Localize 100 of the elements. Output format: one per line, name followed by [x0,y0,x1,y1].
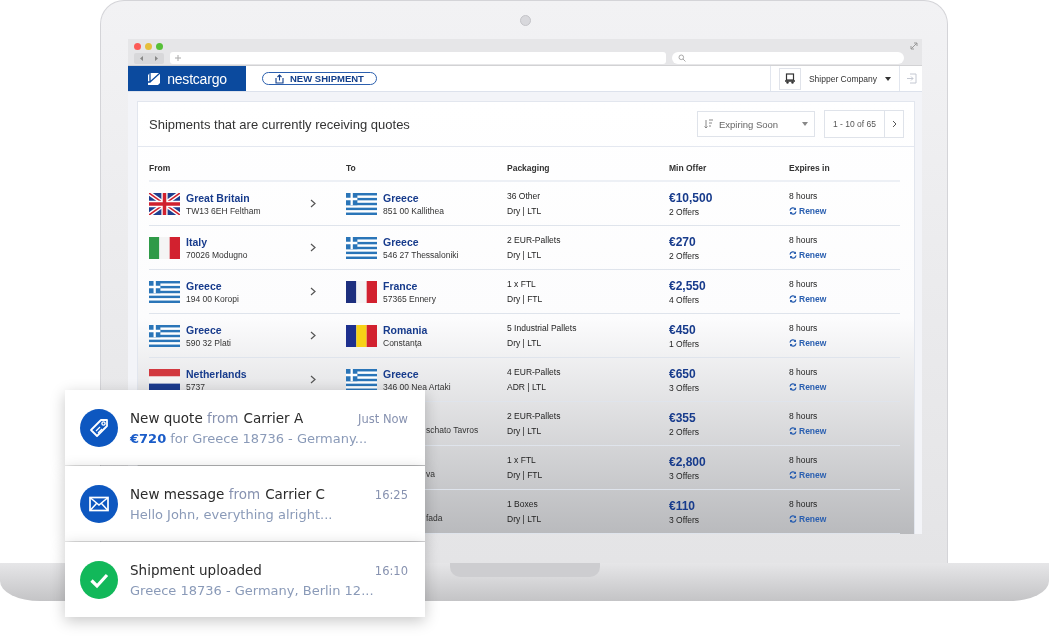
chevron-right-icon [310,331,316,340]
offer-price: €450 [669,322,697,337]
offer-count: 1 Offers [669,338,701,349]
column-header: From [149,162,171,173]
mail-icon [80,484,118,523]
chevron-right-icon [310,375,316,384]
renew-link[interactable]: Renew [789,206,900,216]
packaging-text: 1 x FTL [507,279,537,289]
city-text: TW13 6EH Feltham [186,205,262,216]
country-name: Romania [383,323,429,336]
city-text: fada [426,511,443,523]
city-text: 57365 Ennery [383,293,437,304]
search-icon [678,54,686,62]
mode-text: Dry | LTL [507,514,543,524]
city-text: schato Tavros [426,423,479,435]
city-text: 194 00 Koropi [186,293,240,304]
offer-price: €650 [669,366,697,381]
minimize-dot-icon[interactable] [145,42,152,50]
chevron-right-icon [310,287,316,296]
expiry-text: 8 hours [789,411,819,421]
check-icon [80,560,118,599]
logo[interactable]: nestcargo [128,66,246,91]
renew-link[interactable]: Renew [789,338,900,348]
column-header: Packaging [507,162,550,173]
notification-text: Greece 18736 - Germany, Berlin 12... [130,582,374,598]
mode-text: Dry | FTL [507,470,544,480]
sort-dropdown[interactable]: Expiring Soon [697,111,815,137]
refresh-icon [789,207,797,215]
notification-card[interactable]: New quote from Carrier A Just Now €720 for Greece 18736 - Germany... [65,390,425,465]
packaging-text: 2 EUR-Pallets [507,411,562,421]
notification-card[interactable]: New message from Carrier C 16:25 Hello John, everything alright... [65,466,425,541]
sort-icon [704,119,714,129]
caret-icon [802,122,808,126]
renew-link[interactable]: Renew [789,470,900,480]
flag-icon [346,324,377,347]
renew-link[interactable]: Renew [789,514,900,524]
expiry-text: 8 hours [789,191,819,201]
back-forward-icon[interactable] [134,52,164,64]
chevron-right-icon [310,243,316,252]
flag-icon [149,236,180,259]
caret-icon[interactable] [885,76,891,81]
expiry-text: 8 hours [789,499,819,509]
country-name: Greece [186,323,223,336]
flag-icon [346,368,377,391]
offer-price: €10,500 [669,190,714,205]
country-name: Netherlands [186,367,248,380]
panel-title: Shipments that are currently receiving quotes [149,116,411,132]
refresh-icon [789,295,797,303]
close-dot-icon[interactable] [134,42,141,50]
mode-text: Dry | LTL [507,338,543,348]
sender-name: Carrier C [265,485,326,502]
packaging-text: 36 Other [507,191,542,201]
chevron-right-icon [310,199,316,208]
country-name: Greece [383,235,420,248]
offer-count: 3 Offers [669,382,701,393]
search-field[interactable] [672,52,904,64]
refresh-icon [789,251,797,259]
offer-count: 3 Offers [669,470,701,481]
refresh-icon [789,339,797,347]
expand-icon[interactable] [910,42,918,50]
zoom-dot-icon[interactable] [156,42,163,50]
notification-text: for Greece 18736 - Germany... [170,430,368,446]
offer-count: 2 Offers [669,250,701,261]
renew-link[interactable]: Renew [789,382,900,392]
offer-count: 2 Offers [669,206,701,217]
flag-icon [149,192,180,215]
city-text: 851 00 Kallithea [383,205,445,216]
logout-icon[interactable] [905,73,917,84]
flag-icon [346,280,377,303]
renew-link[interactable]: Renew [789,294,900,304]
flag-icon [149,324,180,347]
country-name: Greece [383,367,420,380]
address-bar[interactable] [170,52,666,64]
flag-icon [346,192,377,215]
city-text: va [426,467,435,479]
offer-price: €355 [669,410,697,425]
notification-text: Hello John, everything alright... [130,506,333,522]
chevron-right-icon [891,120,897,128]
refresh-icon [789,427,797,435]
plus-icon[interactable] [174,54,182,62]
city-text: 70026 Modugno [186,249,249,260]
sender-name: Carrier A [243,409,304,426]
city-text: 590 32 Plati [186,337,232,348]
country-name: France [383,279,419,292]
column-header: Expires in [789,162,830,173]
new-shipment-button[interactable]: NEW SHIPMENT [262,72,377,85]
mode-text: Dry | LTL [507,206,543,216]
refresh-icon [789,515,797,523]
notification-card[interactable]: Shipment uploaded 16:10 Greece 18736 - Germany, Berlin 12... [65,542,425,617]
city-text: 546 27 Thessaloniki [383,249,460,260]
renew-link[interactable]: Renew [789,250,900,260]
packaging-text: 2 EUR-Pallets [507,235,562,245]
cube-icon [147,71,162,86]
notification-time: Just Now [358,411,408,426]
city-text: Constanța [383,337,423,348]
mode-text: Dry | LTL [507,250,543,260]
mode-text: Dry | FTL [507,294,544,304]
account-menu[interactable]: Shipper Company [808,73,877,84]
renew-link[interactable]: Renew [789,426,900,436]
camera-icon [519,15,531,26]
